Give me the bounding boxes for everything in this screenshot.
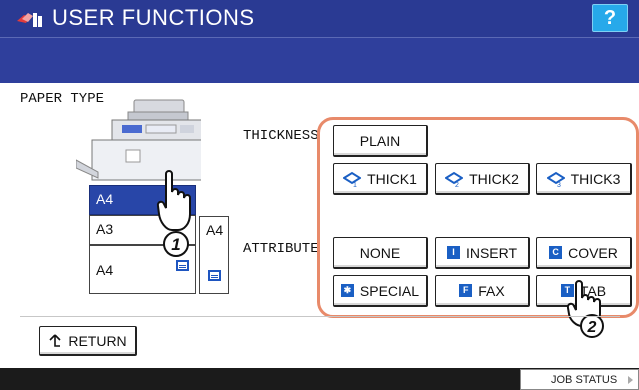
help-button[interactable]: ?	[592, 4, 628, 32]
paper-thickness-icon: 1	[343, 171, 362, 187]
thickness-label: THICKNESS	[243, 128, 319, 144]
job-status-button[interactable]: JOB STATUS	[520, 369, 639, 390]
svg-text:1: 1	[353, 182, 357, 187]
thick2-button[interactable]: 2 THICK2	[435, 163, 530, 195]
svg-text:2: 2	[455, 182, 459, 187]
thick1-label: THICK1	[367, 170, 417, 187]
none-label: NONE	[359, 244, 401, 261]
paper-thickness-icon: 2	[445, 171, 464, 187]
return-label: RETURN	[68, 332, 127, 349]
fax-icon: F	[459, 284, 473, 297]
cover-icon: C	[549, 246, 563, 259]
tray-icon	[176, 260, 189, 271]
fax-label: FAX	[478, 282, 505, 299]
plain-label: PLAIN	[359, 132, 401, 149]
divider	[20, 316, 620, 317]
status-bar: JOB STATUS	[0, 368, 639, 390]
step-1-number: 1	[171, 235, 180, 254]
tray-icon	[208, 270, 221, 281]
plain-button[interactable]: PLAIN	[333, 125, 428, 157]
page-title: USER FUNCTIONS	[52, 5, 255, 30]
svg-text:3: 3	[557, 182, 561, 187]
fax-button[interactable]: F FAX	[435, 275, 530, 307]
special-label: SPECIAL	[359, 282, 420, 299]
attribute-label: ATTRIBUTE	[243, 241, 319, 257]
cover-label: COVER	[568, 244, 618, 261]
thick3-label: THICK3	[570, 170, 621, 187]
hand-pointer-icon: 1	[156, 170, 191, 257]
insert-label: INSERT	[465, 244, 518, 261]
tray-label: A4	[96, 191, 114, 207]
tray-label: A4	[96, 262, 114, 278]
return-button[interactable]: RETURN	[39, 326, 137, 356]
return-arrow-icon	[49, 333, 61, 347]
cover-button[interactable]: C COVER	[536, 237, 632, 269]
special-icon: ✱	[340, 284, 354, 297]
title-bar: USER FUNCTIONS ?	[0, 0, 639, 37]
arrow-right-icon	[628, 376, 633, 384]
tray-label: A3	[96, 221, 114, 237]
none-button[interactable]: NONE	[333, 237, 428, 269]
thick2-label: THICK2	[469, 170, 519, 187]
insert-button[interactable]: I INSERT	[435, 237, 530, 269]
job-status-label: JOB STATUS	[551, 374, 618, 386]
hand-pointer-icon: 2	[566, 280, 604, 338]
step-2-number: 2	[587, 319, 597, 336]
paper-thickness-icon: 3	[546, 171, 565, 187]
special-button[interactable]: ✱ SPECIAL	[333, 275, 428, 307]
insert-icon: I	[446, 246, 460, 259]
tray-label: A4	[206, 222, 224, 238]
user-functions-icon	[17, 13, 42, 27]
message-bar	[0, 37, 639, 83]
tray-bypass[interactable]: A4	[199, 216, 229, 294]
thick3-button[interactable]: 3 THICK3	[536, 163, 632, 195]
thick1-button[interactable]: 1 THICK1	[333, 163, 428, 195]
